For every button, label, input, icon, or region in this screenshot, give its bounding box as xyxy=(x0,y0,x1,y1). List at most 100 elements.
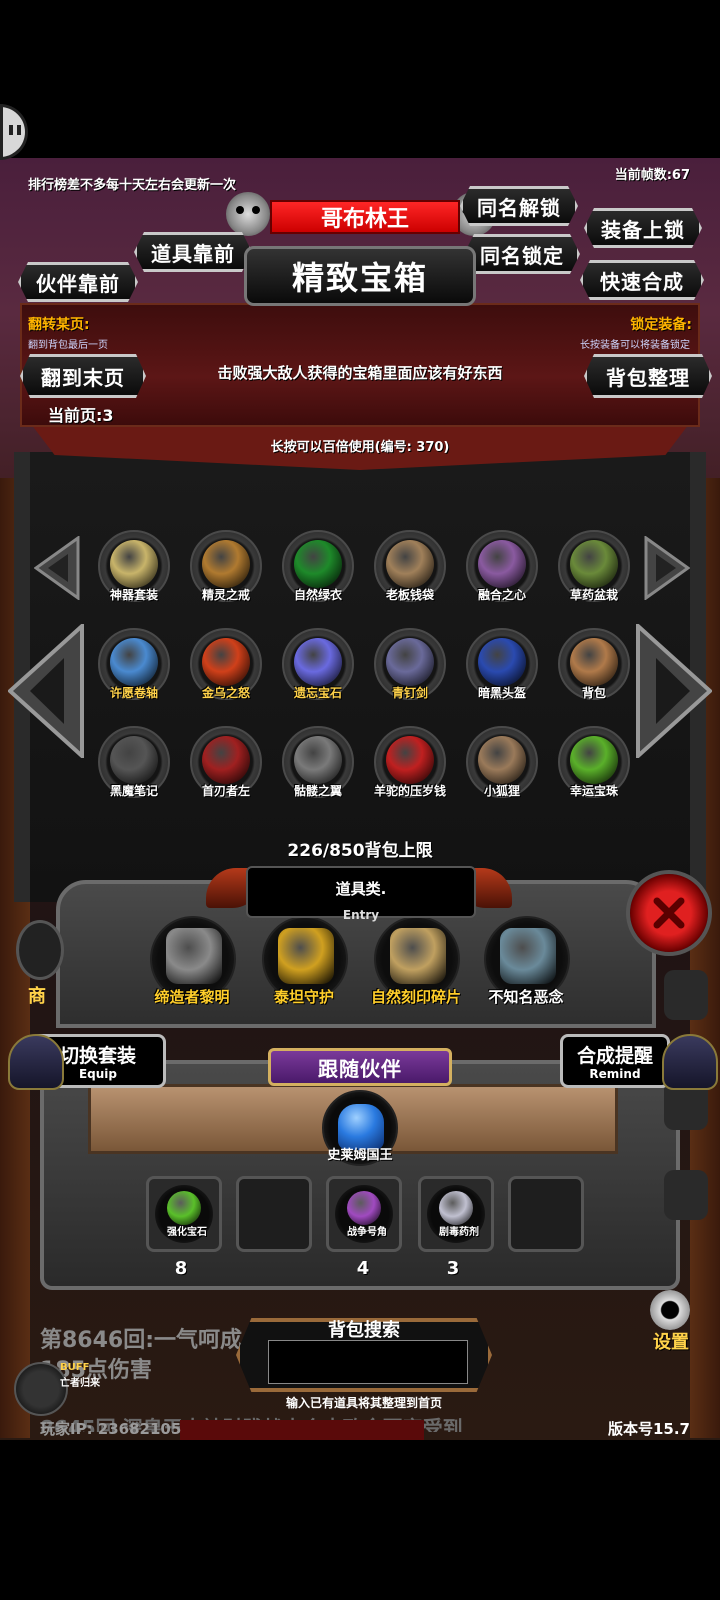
potion-icon xyxy=(439,1191,473,1225)
grid-item[interactable]: 羊驼的压岁钱 xyxy=(370,726,450,806)
sword-icon xyxy=(386,638,434,686)
next-arrow-small-icon[interactable] xyxy=(644,536,690,600)
inventory-slot[interactable]: 战争号角 xyxy=(326,1176,402,1252)
use-hint: 长按可以百倍使用(编号: 370) xyxy=(270,440,450,455)
item-name: 骷髅之翼 xyxy=(293,784,342,798)
equipped-item[interactable]: 自然刻印碎片 xyxy=(364,916,464,1016)
rune-fragment-icon xyxy=(390,928,446,984)
item-name: 暗黑头盔 xyxy=(477,686,526,700)
red-envelope-icon xyxy=(386,736,434,784)
to-last-page-button[interactable]: 翻到末页 xyxy=(20,354,146,398)
merge-remind-button[interactable]: 合成提醒 Remind xyxy=(560,1034,670,1088)
grid-item[interactable]: 金乌之怒 xyxy=(186,628,266,708)
equip-lock-button[interactable]: 装备上锁 xyxy=(584,208,702,248)
companion-header: 跟随伙伴 xyxy=(268,1048,452,1086)
grid-item[interactable]: 骷髅之翼 xyxy=(278,726,358,806)
version-label: 版本号15.7 xyxy=(607,1420,690,1438)
item-name: 神器套装 xyxy=(109,588,158,602)
item-name: 遗忘宝石 xyxy=(293,686,342,700)
item-name: 金乌之怒 xyxy=(201,686,250,700)
prev-page-arrow-icon[interactable] xyxy=(8,624,84,758)
ghost-icon xyxy=(500,928,556,984)
grid-item[interactable]: 背包 xyxy=(554,628,634,708)
armor-set-icon xyxy=(110,540,158,588)
fps-counter: 当前帧数:67 xyxy=(614,168,690,183)
inventory-slot[interactable]: 强化宝石 xyxy=(146,1176,222,1252)
grid-item[interactable]: 老板钱袋 xyxy=(370,530,450,610)
skull-icon xyxy=(226,192,270,236)
equipped-item[interactable]: 泰坦守护 xyxy=(252,916,352,1016)
black-book-icon xyxy=(110,736,158,784)
ticker-message: 排行榜差不多每十天左右会更新一次 xyxy=(28,178,237,193)
current-page-label: 当前页:3 xyxy=(48,406,114,425)
bottom-black-bar xyxy=(0,1440,720,1600)
inventory-item-name: 战争号角 xyxy=(347,1227,387,1238)
quick-merge-button[interactable]: 快速合成 xyxy=(580,260,704,300)
inventory-slot-empty[interactable] xyxy=(236,1176,312,1252)
item-name: 融合之心 xyxy=(477,588,526,602)
same-name-lock-button[interactable]: 同名锁定 xyxy=(464,234,580,274)
ring-icon xyxy=(202,540,250,588)
flip-page-hint: 翻到背包最后一页 xyxy=(28,340,108,351)
item-name: 许愿卷轴 xyxy=(109,686,158,700)
item-name: 老板钱袋 xyxy=(385,588,434,602)
grid-item[interactable]: 自然绿衣 xyxy=(278,530,358,610)
settings-button[interactable]: 设置 xyxy=(636,1290,706,1353)
item-name: 精灵之戒 xyxy=(201,588,250,602)
chest-title: 精致宝箱 xyxy=(244,246,476,306)
partner-front-button[interactable]: 伙伴靠前 xyxy=(18,262,138,302)
lock-equip-label: 锁定装备: xyxy=(630,317,692,333)
search-input[interactable] xyxy=(268,1340,468,1384)
side-menu-icon[interactable] xyxy=(664,1170,708,1220)
grid-item[interactable]: 小狐狸 xyxy=(462,726,542,806)
equipped-item-name: 缔造者黎明 xyxy=(154,988,230,1006)
sword-dawn-icon xyxy=(166,928,222,984)
equipped-item[interactable]: 缔造者黎明 xyxy=(140,916,240,1016)
grid-item[interactable]: 神器套装 xyxy=(94,530,174,610)
item-name: 青钉剑 xyxy=(391,686,428,700)
shop-icon[interactable] xyxy=(16,920,64,980)
sort-bag-button[interactable]: 背包整理 xyxy=(584,354,712,398)
inventory-slot[interactable]: 剧毒药剂 xyxy=(418,1176,494,1252)
grid-item[interactable]: 首刃者左 xyxy=(186,726,266,806)
bone-wings-icon xyxy=(294,736,342,784)
item-front-button[interactable]: 道具靠前 xyxy=(134,232,252,272)
fox-icon xyxy=(478,736,526,784)
grid-item[interactable]: 草药盆栽 xyxy=(554,530,634,610)
inventory-item-name: 强化宝石 xyxy=(167,1227,207,1238)
next-page-arrow-icon[interactable] xyxy=(636,624,712,758)
grid-item[interactable]: 遗忘宝石 xyxy=(278,628,358,708)
prev-arrow-small-icon[interactable] xyxy=(34,536,80,600)
money-bag-icon xyxy=(386,540,434,588)
helmet-icon xyxy=(662,1034,718,1090)
equipped-item[interactable]: 不知名恶念 xyxy=(474,916,574,1016)
bag-capacity: 226/850背包上限 xyxy=(287,841,433,861)
inventory-slot-empty[interactable] xyxy=(508,1176,584,1252)
grid-item[interactable]: 暗黑头盔 xyxy=(462,628,542,708)
grid-item[interactable]: 幸运宝珠 xyxy=(554,726,634,806)
buff-label: BUFF xyxy=(60,1362,90,1373)
grid-item[interactable]: 青钉剑 xyxy=(370,628,450,708)
merge-remind-label: 合成提醒 xyxy=(576,1045,653,1067)
category-entry: Entry xyxy=(342,908,380,922)
grid-item[interactable]: 融合之心 xyxy=(462,530,542,610)
grid-item[interactable]: 黑魔笔记 xyxy=(94,726,174,806)
companion-name: 史莱姆国王 xyxy=(327,1148,393,1163)
scroll-icon xyxy=(110,638,158,686)
item-name: 草药盆栽 xyxy=(569,588,618,602)
item-name: 小狐狸 xyxy=(483,784,520,798)
grid-item[interactable]: 许愿卷轴 xyxy=(94,628,174,708)
backpack-icon xyxy=(570,638,618,686)
top-black-bar xyxy=(0,0,720,158)
grid-item[interactable]: 精灵之戒 xyxy=(186,530,266,610)
inventory-count: 8 xyxy=(174,1258,188,1279)
close-button[interactable] xyxy=(626,870,712,956)
buff-name: 亡者归来 xyxy=(60,1378,100,1389)
item-name: 自然绿衣 xyxy=(293,588,342,602)
same-name-unlock-button[interactable]: 同名解锁 xyxy=(460,186,578,226)
lucky-orb-icon xyxy=(570,736,618,784)
green-robe-icon xyxy=(294,540,342,588)
blade-icon xyxy=(202,736,250,784)
dice-icon[interactable] xyxy=(664,970,708,1020)
shop-label: 商 xyxy=(28,986,46,1007)
